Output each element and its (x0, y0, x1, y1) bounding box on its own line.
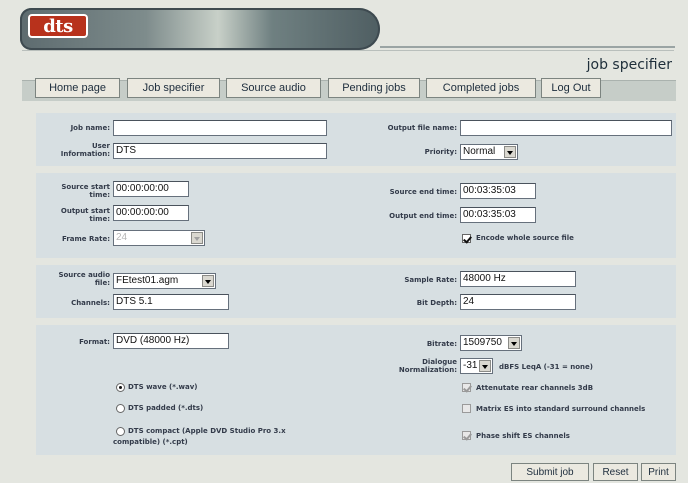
bitrate-label: Bitrate: (426, 340, 457, 348)
format-label: Format: (79, 338, 110, 346)
dialogue-unit: dBFS LeqA (-31 = none) (499, 363, 593, 371)
bitrate-value: 1509750 (463, 337, 502, 348)
sample-rate-input[interactable]: 48000 Hz (460, 271, 576, 287)
dialogue-select[interactable]: -31 (460, 358, 493, 374)
chevron-down-icon (191, 232, 203, 244)
attenuate-label: Attenutate rear channels 3dB (476, 384, 594, 392)
nav-job-specifier-button[interactable]: Job specifier (127, 78, 220, 98)
frame-rate-label: Frame Rate: (62, 235, 110, 243)
chevron-down-icon (479, 360, 491, 372)
output-end-label: Output end time: (389, 212, 457, 220)
sample-rate-label: Sample Rate: (404, 276, 457, 284)
header-divider (380, 46, 675, 48)
page-title: job specifier (586, 57, 672, 73)
source-audio-select[interactable]: FEtest01.agm (113, 273, 216, 289)
radio-dts-wave-label: DTS wave (*.wav) (128, 383, 198, 391)
job-name-label: Job name: (70, 124, 110, 132)
attenuate-checkbox[interactable] (462, 383, 471, 392)
chevron-down-icon (202, 275, 214, 287)
radio-dts-compact-label-line2: compatible) (*.cpt) (113, 438, 188, 446)
source-start-input[interactable]: 00:00:00:00 (113, 181, 189, 197)
nav-home-button[interactable]: Home page (35, 78, 120, 98)
matrix-es-checkbox[interactable] (462, 404, 471, 413)
radio-dts-compact[interactable] (116, 427, 125, 436)
header: dts job specifier (0, 0, 688, 80)
radio-dts-wave[interactable] (116, 383, 125, 392)
priority-value: Normal (463, 146, 496, 157)
nav-completed-jobs-button[interactable]: Completed jobs (426, 78, 536, 98)
print-button[interactable]: Print (641, 463, 676, 481)
source-audio-value: FEtest01.agm (116, 275, 179, 286)
page: dts job specifier Home page Job specifie… (0, 0, 688, 483)
frame-rate-value: 24 (116, 232, 128, 243)
phase-shift-checkbox[interactable] (462, 431, 471, 440)
bitrate-select[interactable]: 1509750 (460, 335, 522, 351)
reset-button[interactable]: Reset (593, 463, 638, 481)
source-start-label: Source start time: (61, 183, 110, 199)
dialogue-label: Dialogue Normalization: (398, 358, 457, 374)
user-info-label: User Information: (60, 142, 110, 158)
format-input[interactable]: DVD (48000 Hz) (113, 333, 229, 349)
priority-label: Priority: (424, 148, 457, 156)
dts-logo: dts (28, 14, 88, 38)
nav-pending-jobs-button[interactable]: Pending jobs (328, 78, 420, 98)
encode-whole-label: Encode whole source file (476, 234, 574, 242)
bit-depth-input[interactable]: 24 (460, 294, 576, 310)
output-start-input[interactable]: 00:00:00:00 (113, 205, 189, 221)
radio-dts-padded[interactable] (116, 404, 125, 413)
source-end-input[interactable]: 00:03:35:03 (460, 183, 536, 199)
radio-dts-compact-label: DTS compact (Apple DVD Studio Pro 3.x (128, 427, 286, 435)
output-start-label: Output start time: (60, 207, 110, 223)
nav-source-audio-button[interactable]: Source audio (226, 78, 321, 98)
encode-whole-checkbox[interactable] (462, 234, 471, 243)
source-audio-label: Source audio file: (58, 271, 110, 287)
user-info-input[interactable]: DTS (113, 143, 327, 159)
source-end-label: Source end time: (389, 188, 457, 196)
frame-rate-select[interactable]: 24 (113, 230, 205, 246)
matrix-es-label: Matrix ES into standard surround channel… (476, 405, 646, 413)
dialogue-value: -31 (463, 360, 478, 371)
output-file-input[interactable] (460, 120, 672, 136)
submit-job-button[interactable]: Submit job (511, 463, 589, 481)
output-end-input[interactable]: 00:03:35:03 (460, 207, 536, 223)
logo-text: dts (43, 15, 73, 37)
job-name-input[interactable] (113, 120, 327, 136)
bit-depth-label: Bit Depth: (416, 299, 457, 307)
chevron-down-icon (508, 337, 520, 349)
priority-select[interactable]: Normal (460, 144, 518, 160)
phase-shift-label: Phase shift ES channels (476, 432, 570, 440)
nav-logout-button[interactable]: Log Out (541, 78, 601, 98)
chevron-down-icon (504, 146, 516, 158)
radio-dts-padded-label: DTS padded (*.dts) (128, 404, 204, 412)
header-divider-lower (22, 50, 674, 51)
channels-input[interactable]: DTS 5.1 (113, 294, 229, 310)
channels-label: Channels: (71, 299, 110, 307)
output-file-label: Output file name: (387, 124, 457, 132)
